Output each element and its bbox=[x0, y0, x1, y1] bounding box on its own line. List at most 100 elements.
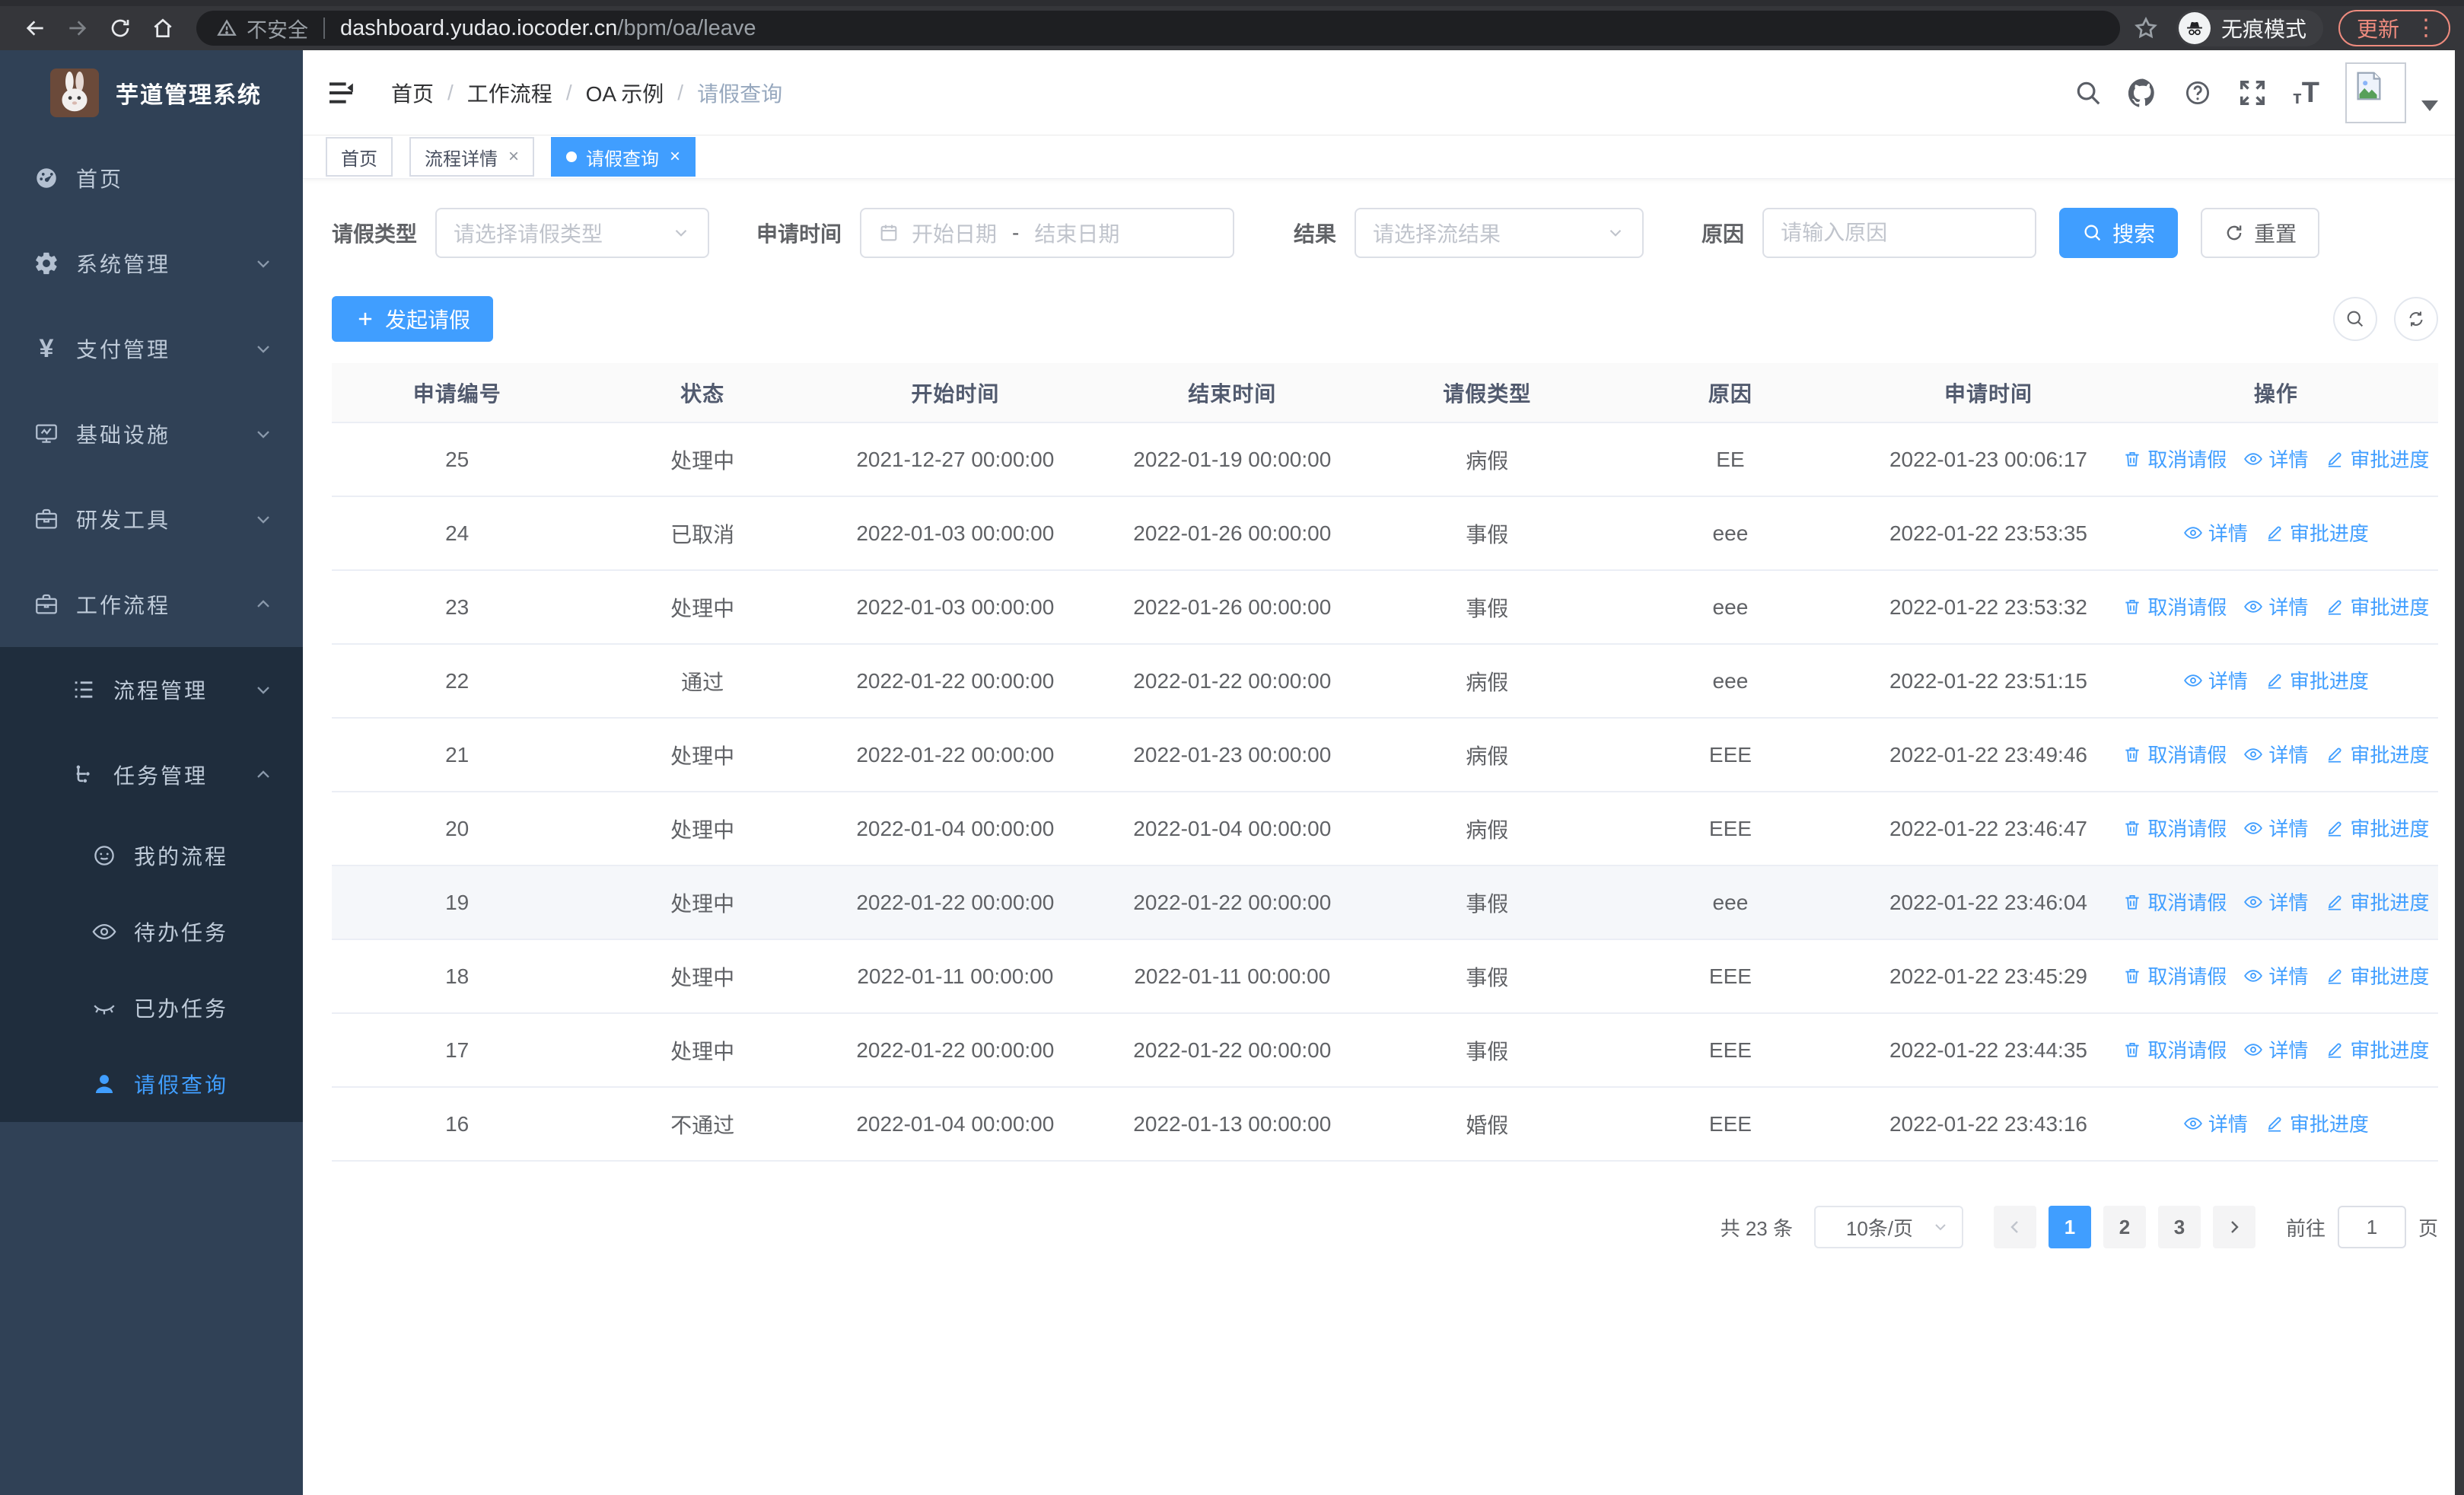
page-button-3[interactable]: 3 bbox=[2157, 1206, 2201, 1248]
action-progress-link[interactable]: 审批进度 bbox=[2325, 888, 2429, 916]
sidebar-item-yen[interactable]: ¥ 支付管理 bbox=[0, 306, 303, 391]
goto-page-input[interactable] bbox=[2337, 1206, 2406, 1248]
breadcrumb-item-home[interactable]: 首页 bbox=[391, 78, 434, 108]
tab-process-detail[interactable]: 流程详情 × bbox=[409, 137, 535, 177]
table-row[interactable]: 18 处理中 2022-01-11 00:00:00 2022-01-11 00:00… bbox=[332, 939, 2438, 1014]
font-size-icon[interactable]: тT bbox=[2293, 78, 2319, 107]
table-row[interactable]: 21 处理中 2022-01-22 00:00:00 2022-01-23 00:00… bbox=[332, 718, 2438, 792]
sidebar-item-face[interactable]: 我的流程 bbox=[0, 818, 303, 894]
table-row[interactable]: 24 已取消 2022-01-03 00:00:00 2022-01-26 00:00… bbox=[332, 496, 2438, 571]
action-detail-link[interactable]: 详情 bbox=[2243, 888, 2308, 916]
app-logo[interactable]: 芋道管理系统 bbox=[0, 50, 303, 135]
sidebar-item-flow[interactable]: 任务管理 bbox=[0, 732, 303, 818]
security-label[interactable]: 不安全 bbox=[247, 14, 308, 43]
toggle-search-button[interactable] bbox=[2333, 297, 2377, 341]
url-host[interactable]: dashboard.yudao.iocoder.cn bbox=[340, 16, 617, 41]
home-icon[interactable] bbox=[142, 11, 184, 46]
tab-leave-query[interactable]: 请假查询 × bbox=[551, 137, 696, 177]
close-icon[interactable]: × bbox=[508, 148, 519, 166]
select-placeholder: 请选择请假类型 bbox=[454, 222, 603, 246]
page-size-select[interactable]: 10条/页 bbox=[1813, 1206, 1963, 1248]
apply-time-range-picker[interactable]: 开始日期 - 结束日期 bbox=[860, 208, 1235, 258]
sidebar-item-gear[interactable]: 系统管理 bbox=[0, 221, 303, 306]
reason-input[interactable] bbox=[1762, 208, 2037, 258]
result-select[interactable]: 请选择流结果 bbox=[1355, 208, 1644, 258]
bookmark-star-icon[interactable] bbox=[2132, 14, 2160, 42]
sidebar-item-briefcase[interactable]: 工作流程 bbox=[0, 562, 303, 647]
action-cancel-leave-link[interactable]: 取消请假 bbox=[2122, 888, 2227, 916]
sidebar-item-user[interactable]: 请假查询 bbox=[0, 1046, 303, 1122]
action-cancel-leave-link[interactable]: 取消请假 bbox=[2122, 1035, 2227, 1063]
start-date-placeholder[interactable]: 开始日期 bbox=[912, 218, 997, 248]
sidebar-item-eye-open[interactable]: 待办任务 bbox=[0, 894, 303, 970]
action-progress-link[interactable]: 审批进度 bbox=[2325, 740, 2429, 768]
browser-menu-icon[interactable]: ⋮ bbox=[2415, 17, 2438, 40]
table-row[interactable]: 22 通过 2022-01-22 00:00:00 2022-01-22 00:00:… bbox=[332, 644, 2438, 719]
search-button[interactable]: 搜索 bbox=[2059, 208, 2179, 258]
action-detail-link[interactable]: 详情 bbox=[2183, 666, 2248, 694]
action-progress-link[interactable]: 审批进度 bbox=[2325, 592, 2429, 620]
sidebar-item-dashboard[interactable]: 首页 bbox=[0, 135, 303, 221]
sidebar-item-monitor[interactable]: 基础设施 bbox=[0, 391, 303, 477]
table-row[interactable]: 20 处理中 2022-01-04 00:00:00 2022-01-04 00:00… bbox=[332, 792, 2438, 866]
table-row[interactable]: 23 处理中 2022-01-03 00:00:00 2022-01-26 00:00… bbox=[332, 570, 2438, 645]
action-progress-link[interactable]: 审批进度 bbox=[2325, 961, 2429, 990]
action-detail-link[interactable]: 详情 bbox=[2243, 961, 2308, 990]
page-button-2[interactable]: 2 bbox=[2103, 1206, 2146, 1248]
create-leave-button[interactable]: 发起请假 bbox=[332, 296, 494, 342]
action-detail-link[interactable]: 详情 bbox=[2243, 445, 2308, 473]
action-detail-link[interactable]: 详情 bbox=[2183, 518, 2248, 547]
fullscreen-icon[interactable] bbox=[2238, 78, 2267, 107]
action-cancel-leave-link[interactable]: 取消请假 bbox=[2122, 961, 2227, 990]
sidebar-item-eye-closed[interactable]: 已办任务 bbox=[0, 970, 303, 1046]
update-label[interactable]: 更新 bbox=[2357, 13, 2399, 43]
reset-button[interactable]: 重置 bbox=[2201, 208, 2320, 258]
leave-type-select[interactable]: 请选择请假类型 bbox=[435, 208, 710, 258]
tab-home[interactable]: 首页 bbox=[326, 137, 393, 177]
next-page-button[interactable] bbox=[2212, 1206, 2255, 1248]
help-icon[interactable] bbox=[2183, 78, 2212, 107]
url-path[interactable]: /bpm/oa/leave bbox=[617, 16, 756, 41]
breadcrumb-item-workflow[interactable]: 工作流程 bbox=[467, 78, 552, 108]
action-detail-link[interactable]: 详情 bbox=[2243, 592, 2308, 620]
refresh-table-button[interactable] bbox=[2394, 297, 2438, 341]
end-date-placeholder[interactable]: 结束日期 bbox=[1034, 218, 1119, 248]
table-row[interactable]: 19 处理中 2022-01-22 00:00:00 2022-01-22 00:00… bbox=[332, 865, 2438, 940]
action-progress-link[interactable]: 审批进度 bbox=[2325, 814, 2429, 842]
sidebar-item-toolbox[interactable]: 研发工具 bbox=[0, 477, 303, 562]
page-button-1[interactable]: 1 bbox=[2048, 1206, 2091, 1248]
action-detail-link[interactable]: 详情 bbox=[2243, 1035, 2308, 1063]
action-progress-link[interactable]: 审批进度 bbox=[2265, 1109, 2369, 1137]
cell-reason: EEE bbox=[1597, 1013, 1864, 1088]
broken-image-icon bbox=[2357, 72, 2381, 100]
breadcrumb-item-oa[interactable]: OA 示例 bbox=[586, 78, 664, 108]
window-scrollbar[interactable] bbox=[2455, 50, 2464, 1495]
avatar[interactable] bbox=[2345, 62, 2406, 123]
avatar-dropdown-caret[interactable] bbox=[2421, 100, 2438, 111]
action-cancel-leave-link[interactable]: 取消请假 bbox=[2122, 445, 2227, 473]
table-row[interactable]: 16 不通过 2022-01-04 00:00:00 2022-01-13 00:00… bbox=[332, 1087, 2438, 1162]
back-icon[interactable] bbox=[14, 11, 56, 46]
url-bar[interactable]: 不安全 dashboard.yudao.iocoder.cn /bpm/oa/l… bbox=[196, 11, 2120, 46]
reload-icon[interactable] bbox=[99, 11, 142, 46]
github-icon[interactable] bbox=[2128, 78, 2157, 107]
action-progress-link[interactable]: 审批进度 bbox=[2265, 666, 2369, 694]
action-detail-link[interactable]: 详情 bbox=[2183, 1109, 2248, 1137]
action-cancel-leave-link[interactable]: 取消请假 bbox=[2122, 592, 2227, 620]
search-icon[interactable] bbox=[2074, 78, 2103, 107]
action-progress-link[interactable]: 审批进度 bbox=[2325, 1035, 2429, 1063]
action-progress-link[interactable]: 审批进度 bbox=[2265, 518, 2369, 547]
table-row[interactable]: 17 处理中 2022-01-22 00:00:00 2022-01-22 00:00… bbox=[332, 1013, 2438, 1088]
browser-update-button[interactable]: 更新 ⋮ bbox=[2338, 10, 2450, 46]
prev-page-button[interactable] bbox=[1993, 1206, 2036, 1248]
table-row[interactable]: 25 处理中 2021-12-27 00:00:00 2022-01-19 00:00… bbox=[332, 422, 2438, 497]
forward-icon[interactable] bbox=[56, 11, 99, 46]
action-detail-link[interactable]: 详情 bbox=[2243, 814, 2308, 842]
action-progress-link[interactable]: 审批进度 bbox=[2325, 445, 2429, 473]
action-cancel-leave-link[interactable]: 取消请假 bbox=[2122, 740, 2227, 768]
action-detail-link[interactable]: 详情 bbox=[2243, 740, 2308, 768]
sidebar-item-list[interactable]: 流程管理 bbox=[0, 647, 303, 732]
action-cancel-leave-link[interactable]: 取消请假 bbox=[2122, 814, 2227, 842]
collapse-sidebar-icon[interactable] bbox=[326, 78, 356, 108]
close-icon[interactable]: × bbox=[670, 148, 680, 166]
